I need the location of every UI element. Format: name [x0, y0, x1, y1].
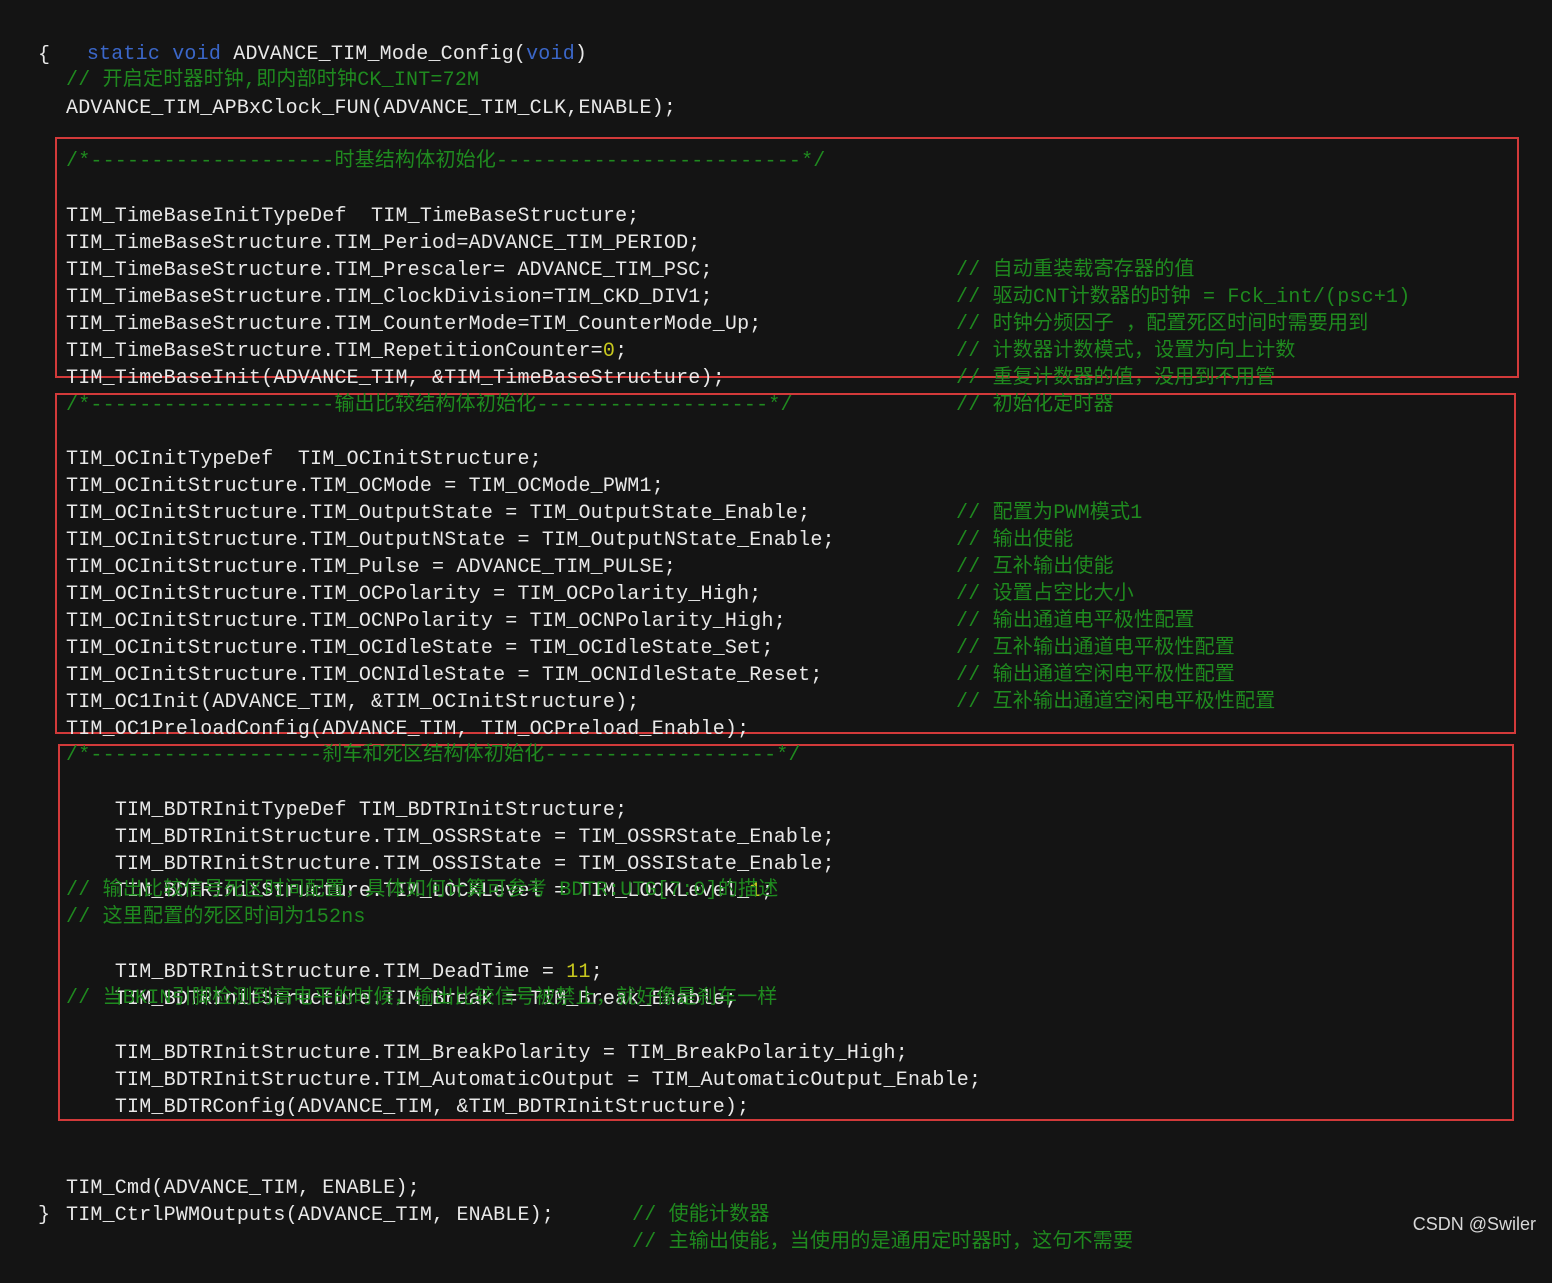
code-text: TIM_OCInitStructure.TIM_OutputNState = T… [66, 529, 835, 552]
code-line: TIM_BDTRConfig(ADVANCE_TIM, &TIM_BDTRIni… [66, 1067, 749, 1119]
code-line: TIM_BDTRInitStructure.TIM_LOCKLevel = TI… [66, 851, 774, 903]
code-line: TIM_OCInitStructure.TIM_OCMode = TIM_OCM… [0, 446, 1142, 525]
code-text: TIM_CtrlPWMOutputs(ADVANCE_TIM, ENABLE); [66, 1204, 555, 1227]
param-void: void [526, 43, 575, 66]
code-text: TIM_OCInitStructure.TIM_OCNIdleState = T… [66, 664, 823, 687]
code-comment-line: // 这里配置的死区时间为152ns [66, 906, 366, 929]
code-tail: ; [615, 340, 628, 363]
code-text: TIM_OCInitTypeDef TIM_OCInitStructure; [66, 448, 542, 471]
code-comment: // 互补输出通道电平极性配置 [956, 637, 1236, 660]
code-text: TIM_TimeBaseStructure.TIM_CounterMode=TI… [66, 313, 762, 336]
code-line: TIM_BDTRInitStructure.TIM_OSSIState = TI… [66, 824, 835, 876]
code-text: TIM_TimeBaseInit(ADVANCE_TIM, &TIM_TimeB… [66, 367, 725, 390]
code-text: TIM_TimeBaseStructure.TIM_RepetitionCoun… [66, 340, 603, 363]
code-comment: // 配置为PWM模式1 [956, 502, 1143, 525]
paren-open: ( [513, 43, 527, 66]
code-line: TIM_TimeBaseStructure.TIM_ClockDivision=… [0, 257, 1368, 336]
code-line: TIM_TimeBaseStructure.TIM_Period=ADVANCE… [0, 203, 1194, 282]
code-comment: // 输出使能 [956, 529, 1074, 552]
code-line: TIM_CtrlPWMOutputs(ADVANCE_TIM, ENABLE);… [0, 1175, 1133, 1254]
code-line: TIM_BDTRInitStructure.TIM_OSSRState = TI… [66, 797, 835, 849]
timebase-header-comment: /*--------------------时基结构体初始化----------… [66, 150, 826, 173]
code-line: TIM_TimeBaseStructure.TIM_Prescaler= ADV… [0, 230, 1410, 309]
code-comment: // 输出通道空闲电平极性配置 [956, 664, 1236, 687]
code-line: TIM_TimeBaseStructure.TIM_CounterMode=TI… [0, 284, 1295, 363]
code-comment: // 互补输出通道空闲电平极性配置 [956, 691, 1276, 714]
code-line: TIM_OCInitStructure.TIM_OutputState = TI… [0, 473, 1073, 552]
code-line: TIM_OCInitTypeDef TIM_OCInitStructure; [0, 419, 542, 471]
code-comment: // 驱动CNT计数器的时钟 = Fck_int/(psc+1) [956, 286, 1411, 309]
code-text: TIM_TimeBaseStructure.TIM_Period=ADVANCE… [66, 232, 701, 255]
code-line: TIM_TimeBaseStructure.TIM_RepetitionCoun… [0, 311, 1275, 390]
code-text: TIM_OC1PreloadConfig(ADVANCE_TIM, TIM_OC… [66, 718, 750, 741]
code-line: TIM_OCInitStructure.TIM_Pulse = ADVANCE_… [0, 527, 1134, 606]
code-text: TIM_OCInitStructure.TIM_OCMode = TIM_OCM… [66, 475, 664, 498]
code-text: TIM_TimeBaseStructure.TIM_ClockDivision=… [66, 286, 713, 309]
code-comment: // 设置占空比大小 [956, 583, 1135, 606]
code-line: TIM_OC1Init(ADVANCE_TIM, &TIM_OCInitStru… [0, 662, 639, 714]
code-comment: // 自动重装载寄存器的值 [956, 259, 1195, 282]
code-line: TIM_BDTRInitTypeDef TIM_BDTRInitStructur… [66, 770, 627, 822]
code-comment: // 计数器计数模式，设置为向上计数 [956, 340, 1296, 363]
code-text: TIM_TimeBaseStructure.TIM_Prescaler= ADV… [66, 259, 713, 282]
code-line: TIM_TimeBaseInitTypeDef TIM_TimeBaseStru… [0, 176, 639, 228]
code-line: TIM_OCInitStructure.TIM_OCPolarity = TIM… [0, 554, 1194, 633]
code-comment: // 初始化定时器 [956, 394, 1114, 417]
code-comment: // 输出通道电平极性配置 [956, 610, 1195, 633]
code-comment: // 时钟分频因子 ，配置死区时间时需要用到 [956, 313, 1369, 336]
code-line: TIM_TimeBaseInit(ADVANCE_TIM, &TIM_TimeB… [0, 338, 1114, 417]
code-text: TIM_OCInitStructure.TIM_OCPolarity = TIM… [66, 583, 762, 606]
code-comment-line: // 当BKIN引脚检测到高电平的时候，输出比较信号被禁止，就好像是刹车一样 [66, 987, 778, 1010]
brace-close: } [38, 1204, 51, 1227]
code-line: TIM_OCInitStructure.TIM_OCNIdleState = T… [0, 635, 1275, 714]
code-line: TIM_BDTRInitStructure.TIM_BreakPolarity … [66, 1013, 908, 1065]
code-comment-line: // 输出比较信号死区时间配置，具体如何计算可参考 BDTR:UTG[7:0]的… [66, 879, 779, 902]
watermark: CSDN @Swiler [1412, 1214, 1536, 1234]
code-comment: // 互补输出使能 [956, 556, 1114, 579]
intro-comment: // 开启定时器时钟,即内部时钟CK_INT=72M [66, 69, 480, 92]
code-line: TIM_OCInitStructure.TIM_OCIdleState = TI… [0, 608, 1235, 687]
code-comment: // 重复计数器的值，没用到不用管 [956, 367, 1276, 390]
code-text: TIM_OCInitStructure.TIM_OutputState = TI… [66, 502, 811, 525]
code-text: TIM_OCInitStructure.TIM_OCNPolarity = TI… [66, 610, 786, 633]
function-name: ADVANCE_TIM_Mode_Config [233, 43, 514, 66]
code-line: TIM_Cmd(ADVANCE_TIM, ENABLE); // 使能计数器 [0, 1148, 769, 1227]
code-line: TIM_OCInitStructure.TIM_OCNPolarity = TI… [0, 581, 1235, 660]
code-text: TIM_BDTRConfig(ADVANCE_TIM, &TIM_BDTRIni… [114, 1096, 750, 1119]
code-line: TIM_OCInitStructure.TIM_OutputNState = T… [0, 500, 1114, 579]
code-editor: static void ADVANCE_TIM_Mode_Config(void… [0, 0, 1552, 1254]
keyword-void: void [172, 43, 222, 66]
code-comment: // 使能计数器 [632, 1204, 770, 1227]
code-text: TIM_OCInitStructure.TIM_Pulse = ADVANCE_… [66, 556, 677, 579]
code-line: TIM_BDTRInitStructure.TIM_DeadTime = 11; [66, 932, 603, 984]
intro-code: ADVANCE_TIM_APBxClock_FUN(ADVANCE_TIM_CL… [66, 97, 677, 120]
code-line: TIM_BDTRInitStructure.TIM_AutomaticOutpu… [66, 1040, 981, 1092]
code-number: 0 [602, 340, 616, 363]
bdtr-header-comment: /*-------------------刹车和死区结构体初始化--------… [66, 744, 801, 767]
paren-close: ) [574, 43, 588, 66]
keyword-static: static [86, 43, 161, 66]
code-text: TIM_TimeBaseInitTypeDef TIM_TimeBaseStru… [66, 205, 640, 228]
code-text: TIM_OCInitStructure.TIM_OCIdleState = TI… [66, 637, 774, 660]
code-line: TIM_OC1PreloadConfig(ADVANCE_TIM, TIM_OC… [0, 689, 749, 741]
function-signature: static void ADVANCE_TIM_Mode_Config(void… [38, 14, 587, 66]
code-text: TIM_OC1Init(ADVANCE_TIM, &TIM_OCInitStru… [66, 691, 640, 714]
code-line: TIM_BDTRInitStructure.TIM_Break = TIM_Br… [66, 959, 737, 1011]
brace-open: { [38, 44, 51, 67]
code-text: TIM_Cmd(ADVANCE_TIM, ENABLE); [66, 1177, 420, 1200]
oc-header-comment: /*--------------------输出比较结构体初始化--------… [66, 394, 793, 417]
